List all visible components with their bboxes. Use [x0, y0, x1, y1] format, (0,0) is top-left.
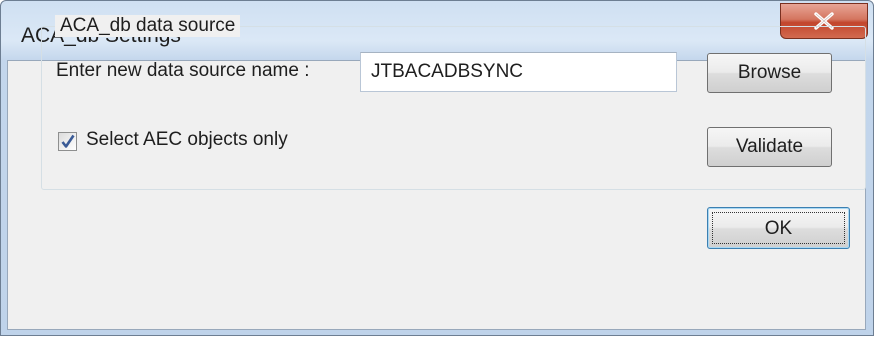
browse-button[interactable]: Browse	[707, 53, 832, 93]
ok-button-label: OK	[764, 218, 793, 239]
checkbox-box[interactable]	[58, 132, 77, 151]
data-source-name-input[interactable]	[360, 52, 677, 92]
validate-button[interactable]: Validate	[707, 127, 832, 167]
groupbox-legend: ACA_db data source	[55, 15, 241, 37]
checkbox-label: Select AEC objects only	[86, 129, 288, 150]
data-source-name-label: Enter new data source name :	[56, 60, 310, 81]
checkmark-icon	[61, 134, 75, 148]
ok-button[interactable]: OK	[707, 207, 850, 249]
select-aec-objects-checkbox[interactable]: Select AEC objects only	[58, 129, 338, 155]
